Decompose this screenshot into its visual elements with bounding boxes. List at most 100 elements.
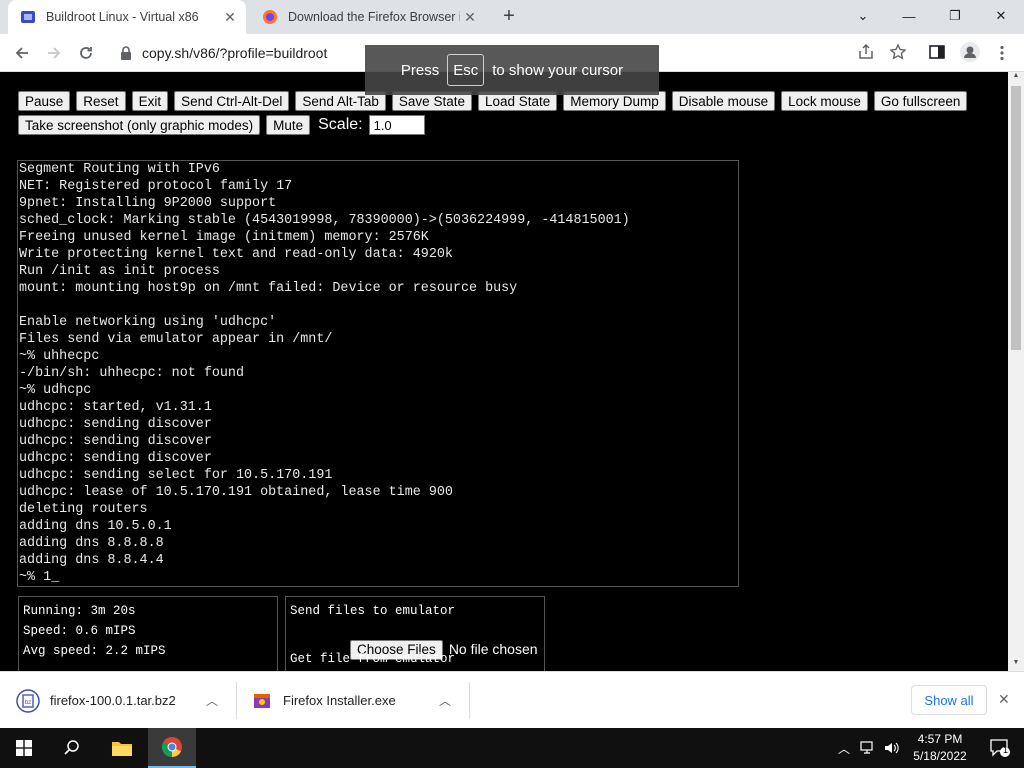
tab-strip: Buildroot Linux - Virtual x86 ✕ Download… bbox=[0, 0, 1024, 34]
download-options-chevron-icon[interactable]: ︿ bbox=[439, 692, 451, 709]
close-shelf-icon[interactable]: ✕ bbox=[998, 691, 1010, 708]
tab-firefox-download[interactable]: Download the Firefox Browser in ✕ bbox=[250, 0, 486, 34]
terminal-line: NET: Registered protocol family 17 bbox=[19, 179, 293, 194]
scale-input[interactable]: 1.0 bbox=[368, 115, 425, 135]
toast-press: Press bbox=[400, 61, 440, 79]
tab-close-icon[interactable]: ✕ bbox=[460, 7, 480, 27]
terminal-line: udhcpc: started, v1.31.1 bbox=[19, 400, 212, 415]
restore-icon[interactable]: ❐ bbox=[932, 0, 978, 32]
pointer-lock-toast: Press Esc to show your cursor bbox=[365, 45, 659, 95]
show-all-button[interactable]: Show all bbox=[911, 685, 987, 715]
page-content: Pause Reset Exit Send Ctrl-Alt-Del Send … bbox=[0, 72, 1008, 671]
stats-panel: Running: 3m 20s Speed: 0.6 mIPS Avg spee… bbox=[18, 596, 278, 671]
esc-key: Esc bbox=[447, 54, 485, 86]
network-icon[interactable] bbox=[860, 741, 876, 755]
terminal-output: Segment Routing with IPv6 NET: Registered… bbox=[19, 161, 738, 586]
scroll-up-icon[interactable]: ▲ bbox=[1008, 72, 1024, 84]
send-ctrl-alt-del-button[interactable]: Send Ctrl-Alt-Del bbox=[174, 91, 290, 111]
terminal-line: Files send via emulator appear in /mnt/ bbox=[19, 332, 333, 347]
download-options-chevron-icon[interactable]: ︿ bbox=[206, 692, 218, 709]
disable-mouse-button[interactable]: Disable mouse bbox=[671, 91, 776, 111]
lock-mouse-button[interactable]: Lock mouse bbox=[781, 91, 868, 111]
terminal-line: Freeing unused kernel image (initmem) me… bbox=[19, 230, 429, 245]
clock-date: 5/18/2022 bbox=[913, 749, 967, 763]
chrome-taskbar-button[interactable] bbox=[148, 728, 196, 768]
windows-logo-icon bbox=[16, 740, 32, 756]
menu-kebab-icon[interactable] bbox=[989, 40, 1015, 66]
tab-buildroot[interactable]: Buildroot Linux - Virtual x86 ✕ bbox=[8, 0, 246, 34]
scrollbar-thumb[interactable] bbox=[1011, 86, 1021, 350]
scroll-down-icon[interactable]: ▼ bbox=[1008, 659, 1024, 671]
download-item[interactable]: Firefox Installer.exe ︿ bbox=[237, 672, 469, 729]
tab-search-icon[interactable]: ⌄ bbox=[840, 0, 886, 32]
terminal-line: Run /init as init process bbox=[19, 264, 220, 279]
archive-file-icon: bz bbox=[16, 688, 40, 713]
terminal-line: ~% 1_ bbox=[19, 570, 60, 585]
folder-icon bbox=[112, 742, 132, 756]
forward-button[interactable] bbox=[41, 40, 67, 66]
show-hidden-icons-chevron-icon[interactable]: ︿ bbox=[838, 740, 850, 757]
taskbar-clock[interactable]: 4:57 PM 5/18/2022 bbox=[905, 731, 975, 765]
file-explorer-button[interactable] bbox=[98, 728, 146, 768]
page-scrollbar[interactable]: ▲ ▼ bbox=[1008, 72, 1024, 671]
profile-avatar-icon[interactable] bbox=[960, 42, 980, 62]
terminal-line: udhcpc: sending discover bbox=[19, 434, 212, 449]
terminal-line: 9pnet: Installing 9P2000 support bbox=[19, 196, 277, 211]
installer-icon bbox=[254, 693, 270, 708]
bookmark-star-icon[interactable] bbox=[889, 43, 907, 61]
terminal-line: ~% uhhecpc bbox=[19, 349, 100, 364]
download-filename: Firefox Installer.exe bbox=[283, 693, 396, 708]
terminal-line: udhcpc: sending select for 10.5.170.191 bbox=[19, 468, 333, 483]
screen: Buildroot Linux - Virtual x86 ✕ Download… bbox=[0, 0, 1024, 768]
download-filename: firefox-100.0.1.tar.bz2 bbox=[50, 693, 176, 708]
terminal-line: udhcpc: sending discover bbox=[19, 451, 212, 466]
speed-value: Speed: 0.6 mIPS bbox=[23, 624, 136, 638]
terminal-line: -/bin/sh: uhhecpc: not found bbox=[19, 366, 244, 381]
terminal-line: Segment Routing with IPv6 bbox=[19, 162, 220, 177]
reload-button[interactable] bbox=[73, 40, 99, 66]
download-item[interactable]: bz firefox-100.0.1.tar.bz2 ︿ bbox=[0, 672, 236, 729]
exit-button[interactable]: Exit bbox=[131, 91, 169, 111]
avg-speed-value: Avg speed: 2.2 mIPS bbox=[23, 644, 166, 658]
volume-icon[interactable] bbox=[884, 741, 900, 755]
terminal-line: ~% udhcpc bbox=[19, 383, 92, 398]
terminal-line: mount: mounting host9p on /mnt failed: D… bbox=[19, 281, 518, 296]
share-icon[interactable] bbox=[857, 43, 875, 61]
go-fullscreen-button[interactable]: Go fullscreen bbox=[873, 91, 968, 111]
action-center-button[interactable]: 1 bbox=[976, 728, 1024, 768]
terminal-line: sched_clock: Marking stable (4543019998,… bbox=[19, 213, 630, 228]
reset-button[interactable]: Reset bbox=[76, 91, 126, 111]
arrow-right-icon bbox=[48, 47, 61, 59]
minimize-icon[interactable]: — bbox=[886, 0, 932, 32]
running-time: Running: 3m 20s bbox=[23, 604, 136, 618]
tab-title: Download the Firefox Browser in bbox=[288, 10, 460, 24]
terminal-line: adding dns 10.5.0.1 bbox=[19, 519, 172, 534]
terminal-line: adding dns 8.8.8.8 bbox=[19, 536, 164, 551]
emulator-screen[interactable]: Segment Routing with IPv6 NET: Registered… bbox=[17, 160, 739, 587]
terminal-line: deleting routers bbox=[19, 502, 148, 517]
terminal-line: adding dns 8.8.4.4 bbox=[19, 553, 164, 568]
arrow-left-icon bbox=[15, 47, 28, 59]
start-button[interactable] bbox=[0, 728, 48, 768]
pause-button[interactable]: Pause bbox=[18, 91, 71, 111]
back-button[interactable] bbox=[9, 40, 35, 66]
windows-taskbar: ︿ 4:57 PM 5/18/2022 1 bbox=[0, 728, 1024, 768]
close-window-icon[interactable]: ✕ bbox=[978, 0, 1024, 32]
reload-icon bbox=[80, 47, 92, 59]
firefox-favicon-icon bbox=[263, 10, 277, 24]
notification-count: 1 bbox=[1003, 745, 1009, 755]
new-tab-button[interactable]: + bbox=[498, 6, 520, 28]
search-button[interactable] bbox=[48, 728, 96, 768]
tab-close-icon[interactable]: ✕ bbox=[220, 7, 240, 27]
terminal-line: Enable networking using 'udhcpc' bbox=[19, 315, 277, 330]
terminal-line: Write protecting kernel text and read-on… bbox=[19, 247, 453, 262]
toast-message: to show your cursor bbox=[492, 61, 624, 79]
mute-button[interactable]: Mute bbox=[266, 115, 311, 135]
no-file-text: No file chosen bbox=[448, 641, 538, 657]
svg-text:bz: bz bbox=[25, 700, 31, 706]
lock-icon bbox=[121, 46, 131, 60]
take-screenshot-button[interactable]: Take screenshot (only graphic modes) bbox=[18, 115, 261, 135]
side-panel-icon[interactable] bbox=[928, 43, 946, 61]
file-transfer-panel: Send files to emulator Choose Files No fi… bbox=[285, 596, 545, 671]
